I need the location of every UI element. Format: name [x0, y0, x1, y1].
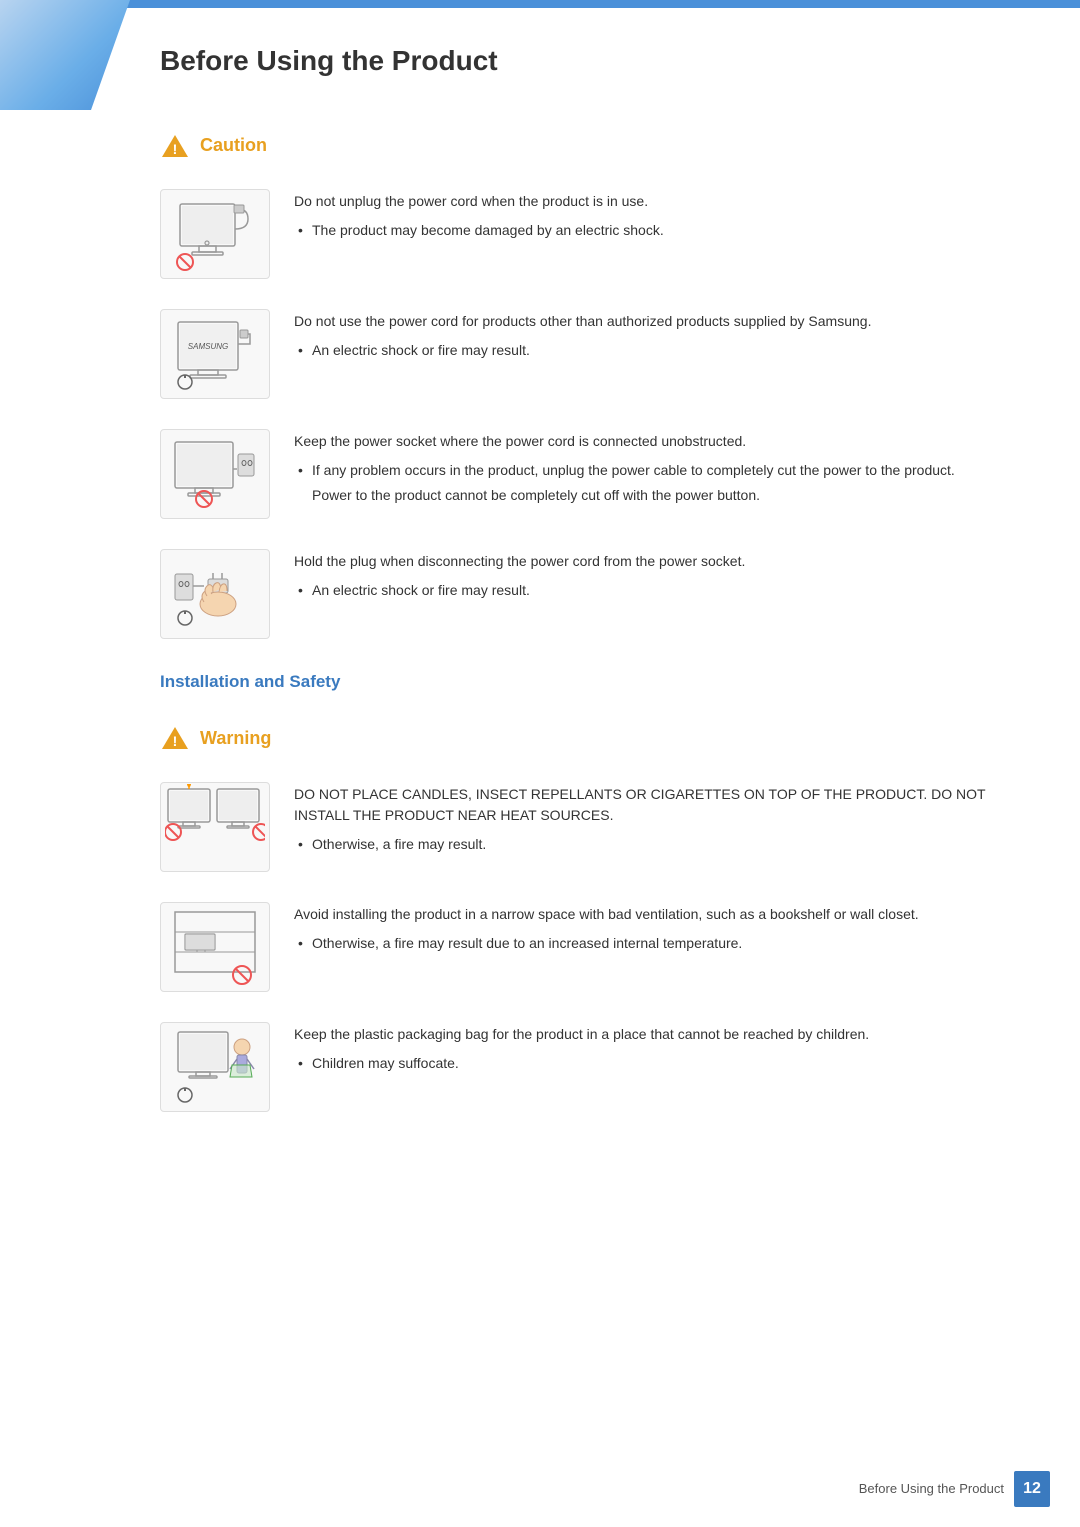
warning-text-1: DO NOT PLACE CANDLES, INSECT REPELLANTS … [294, 782, 1020, 859]
caution-image-4 [160, 549, 270, 639]
warning-main-text-3: Keep the plastic packaging bag for the p… [294, 1024, 1020, 1045]
svg-text:!: ! [173, 141, 178, 157]
installation-safety-title: Installation and Safety [160, 669, 1020, 695]
warning-label: Warning [200, 725, 271, 752]
warning-image-2 [160, 902, 270, 992]
caution-image-1 [160, 189, 270, 279]
caution-bullet-3: If any problem occurs in the product, un… [294, 460, 1020, 481]
installation-safety-section: Installation and Safety [160, 669, 1020, 695]
caution-text-4: Hold the plug when disconnecting the pow… [294, 549, 1020, 605]
caution-main-text-2: Do not use the power cord for products o… [294, 311, 1020, 332]
caution-item-1: Do not unplug the power cord when the pr… [160, 189, 1020, 279]
warning-image-1 [160, 782, 270, 872]
page-number: 12 [1014, 1471, 1050, 1507]
warning-bullet-3: Children may suffocate. [294, 1053, 1020, 1074]
warning-bullet-2: Otherwise, a fire may result due to an i… [294, 933, 1020, 954]
caution-item-2: SAMSUNG Do not use the power cord for pr… [160, 309, 1020, 399]
caution-sub-note-3: Power to the product cannot be completel… [294, 485, 1020, 506]
warning-bullet-1: Otherwise, a fire may result. [294, 834, 1020, 855]
warning-item-3: Keep the plastic packaging bag for the p… [160, 1022, 1020, 1112]
page-title: Before Using the Product [160, 30, 1020, 82]
caution-label: Caution [200, 132, 267, 159]
caution-triangle-icon: ! [160, 133, 190, 159]
page-footer: Before Using the Product 12 [859, 1471, 1050, 1507]
caution-text-2: Do not use the power cord for products o… [294, 309, 1020, 365]
caution-main-text-4: Hold the plug when disconnecting the pow… [294, 551, 1020, 572]
caution-text-3: Keep the power socket where the power co… [294, 429, 1020, 514]
footer-label: Before Using the Product [859, 1479, 1004, 1499]
caution-image-3 [160, 429, 270, 519]
svg-text:SAMSUNG: SAMSUNG [188, 342, 228, 351]
warning-main-text-1: DO NOT PLACE CANDLES, INSECT REPELLANTS … [294, 784, 1020, 826]
warning-image-3 [160, 1022, 270, 1112]
warning-section-header: ! Warning [160, 725, 1020, 752]
warning-item-2: Avoid installing the product in a narrow… [160, 902, 1020, 992]
caution-text-1: Do not unplug the power cord when the pr… [294, 189, 1020, 245]
warning-text-2: Avoid installing the product in a narrow… [294, 902, 1020, 958]
warning-main-text-2: Avoid installing the product in a narrow… [294, 904, 1020, 925]
warning-triangle-icon: ! [160, 725, 190, 751]
caution-main-text-1: Do not unplug the power cord when the pr… [294, 191, 1020, 212]
caution-item-4: Hold the plug when disconnecting the pow… [160, 549, 1020, 639]
caution-item-3: Keep the power socket where the power co… [160, 429, 1020, 519]
caution-main-text-3: Keep the power socket where the power co… [294, 431, 1020, 452]
warning-text-3: Keep the plastic packaging bag for the p… [294, 1022, 1020, 1078]
caution-bullet-4: An electric shock or fire may result. [294, 580, 1020, 601]
caution-image-2: SAMSUNG [160, 309, 270, 399]
svg-text:!: ! [173, 733, 178, 749]
caution-bullet-1: The product may become damaged by an ele… [294, 220, 1020, 241]
warning-item-1: DO NOT PLACE CANDLES, INSECT REPELLANTS … [160, 782, 1020, 872]
caution-bullet-2: An electric shock or fire may result. [294, 340, 1020, 361]
caution-section-header: ! Caution [160, 132, 1020, 159]
